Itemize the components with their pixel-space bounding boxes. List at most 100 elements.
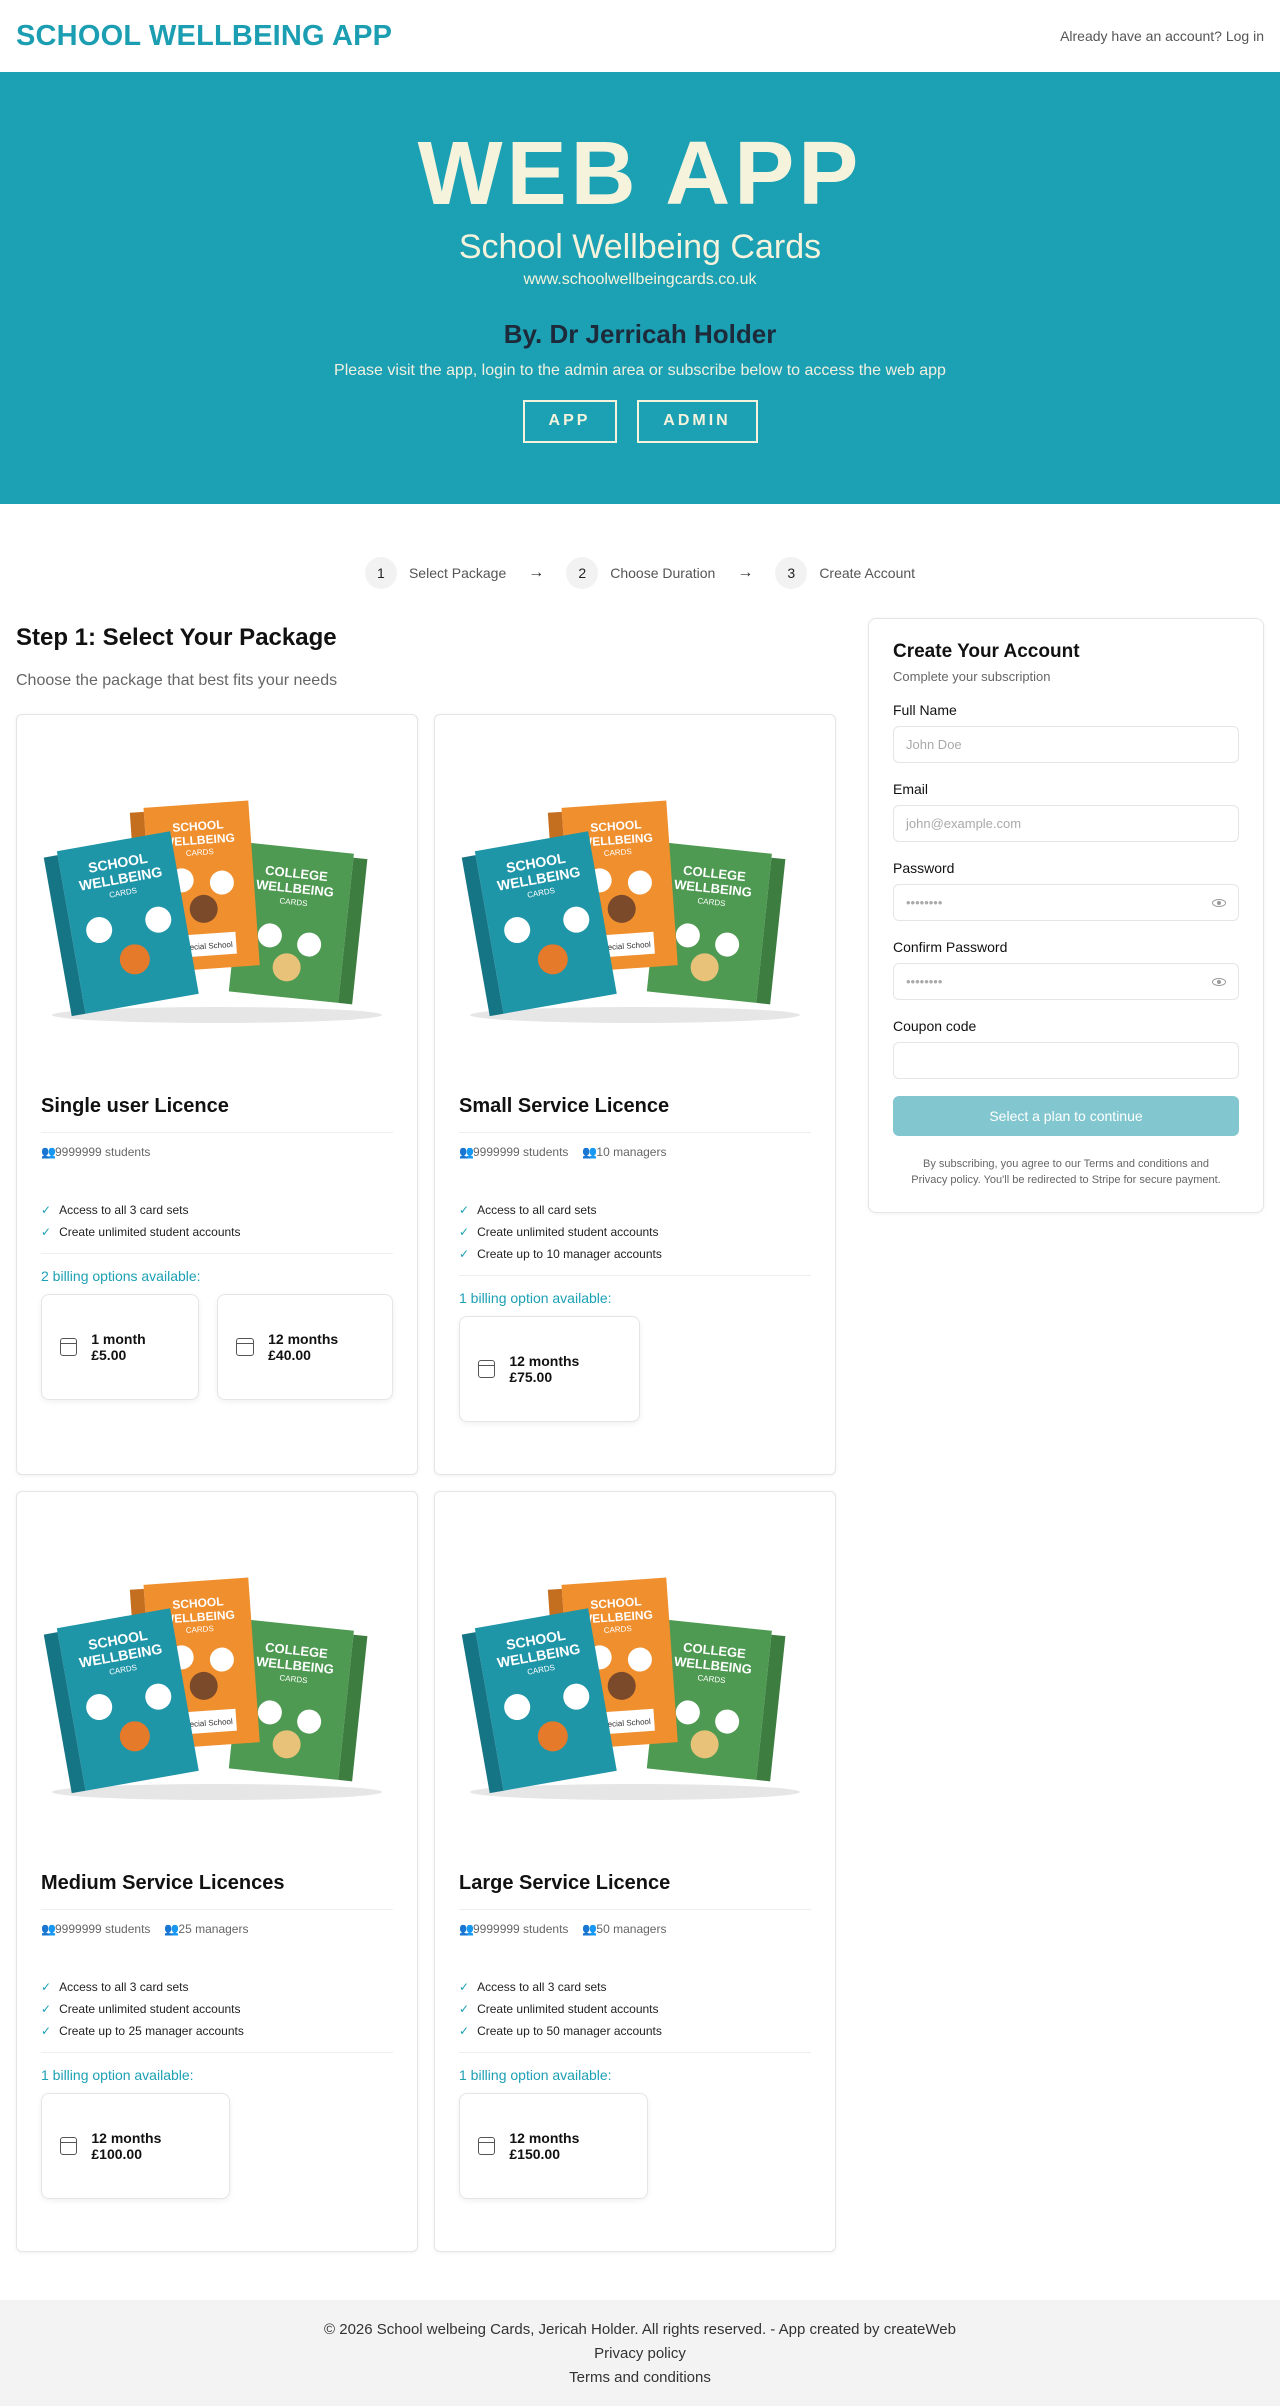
confirm-password-input[interactable]: ••••••••	[893, 963, 1239, 1000]
billing-option[interactable]: 1 month £5.00	[41, 1294, 200, 1400]
card-sets-image: COLLEGE WELLBEING CARDS SCHOOL WELLBEING…	[435, 1492, 835, 1872]
package-card-small[interactable]: COLLEGE WELLBEING CARDS SCHOOL WELLBEING…	[434, 714, 836, 1475]
footer: © 2026 School welbeing Cards, Jericah Ho…	[0, 2300, 1280, 2406]
password-value: ••••••••	[906, 895, 943, 910]
feature-item: ✓ Access to all 3 card sets	[41, 1199, 393, 1221]
feature-text: Access to all card sets	[477, 1203, 597, 1217]
confirm-password-group: Confirm Password ••••••••	[893, 939, 1239, 1000]
create-account-form: Create Your Account Complete your subscr…	[868, 618, 1264, 1213]
billing-option[interactable]: 12 months £100.00	[41, 2093, 230, 2199]
package-card-medium[interactable]: COLLEGE WELLBEING CARDS SCHOOL WELLBEING…	[16, 1491, 418, 2252]
feature-item: ✓ Access to all 3 card sets	[41, 1976, 393, 1998]
hero-banner: WEB APP School Wellbeing Cards www.schoo…	[0, 72, 1280, 504]
step-label: Select Package	[408, 565, 507, 581]
billing-option[interactable]: 12 months £75.00	[459, 1316, 640, 1422]
billing-option-label: 12 months £150.00	[509, 2130, 580, 2162]
users-icon: 👥	[582, 1145, 598, 1159]
billing-option-label: 12 months £75.00	[509, 1353, 580, 1385]
feature-item: ✓ Create up to 50 manager accounts	[459, 2020, 811, 2042]
brand-logo[interactable]: SCHOOL WELLBEING APP	[16, 20, 392, 53]
calendar-icon	[478, 1360, 496, 1378]
billing-option-label: 12 months £100.00	[91, 2130, 162, 2162]
managers-count: 👥25 managers	[164, 1922, 248, 1936]
footer-copyright: © 2026 School welbeing Cards, Jericah Ho…	[324, 2321, 956, 2338]
login-prompt: Already have an account? Log in	[1060, 28, 1264, 44]
app-button[interactable]: APP	[522, 399, 617, 443]
card-sets-image: COLLEGE WELLBEING CARDS SCHOOL WELLBEING…	[17, 715, 417, 1095]
coupon-input[interactable]	[893, 1042, 1239, 1079]
feature-text: Create up to 25 manager accounts	[59, 2024, 244, 2038]
email-input[interactable]: john@example.com	[893, 805, 1239, 842]
package-details: Small Service Licence 👥 9999999 students …	[435, 1095, 835, 1446]
feature-list: ✓ Access to all 3 card sets ✓ Create unlim…	[41, 1976, 393, 2053]
card-boxes-illustration: COLLEGE WELLBEING CARDS SCHOOL WELLBEING…	[461, 1577, 800, 1800]
package-card-single[interactable]: COLLEGE WELLBEING CARDS SCHOOL WELLBEING…	[16, 714, 418, 1475]
submit-button[interactable]: Select a plan to continue	[893, 1096, 1239, 1136]
privacy-policy-link[interactable]: Privacy policy	[0, 2342, 1280, 2366]
users-icon: 👥	[41, 1922, 56, 1936]
feature-text: Create unlimited student accounts	[59, 1225, 241, 1239]
hero-subtitle: School Wellbeing Cards	[458, 227, 822, 266]
step-3: 3 Create Account	[775, 557, 915, 589]
hero-note: Please visit the app, login to the admin…	[334, 361, 946, 379]
billing-options: 12 months £75.00	[459, 1316, 811, 1422]
email-placeholder: john@example.com	[906, 816, 1022, 831]
full-name-input[interactable]: John Doe	[893, 726, 1239, 763]
hero-buttons: APP ADMIN	[522, 399, 758, 443]
hero-author: By. Dr Jerricah Holder	[503, 318, 777, 349]
main-content: Step 1: Select Your Package Choose the p…	[0, 618, 1280, 2252]
billing-title: 1 billing option available:	[459, 1290, 612, 1306]
full-name-label: Full Name	[893, 702, 957, 718]
section-title: Step 1: Select Your Package	[16, 624, 337, 651]
package-title: Medium Service Licences	[41, 1872, 393, 1910]
package-details: Large Service Licence 👥9999999 students …	[435, 1872, 835, 2223]
check-icon: ✓	[459, 1225, 470, 1239]
billing-title: 1 billing option available:	[459, 2067, 612, 2083]
step-number: 2	[566, 557, 599, 589]
login-link[interactable]: Log in	[1226, 28, 1264, 44]
password-label: Password	[893, 860, 955, 876]
eye-icon[interactable]	[1212, 977, 1226, 986]
billing-title: 1 billing option available:	[41, 2067, 194, 2083]
full-name-group: Full Name John Doe	[893, 702, 1239, 763]
package-card-large[interactable]: COLLEGE WELLBEING CARDS SCHOOL WELLBEING…	[434, 1491, 836, 2252]
billing-options: 12 months £150.00	[459, 2093, 811, 2199]
managers-text: 25 managers	[178, 1922, 249, 1936]
check-icon: ✓	[459, 1203, 470, 1217]
managers-text: 50 managers	[596, 1922, 667, 1936]
students-text: 9999999 students	[473, 1922, 569, 1936]
card-boxes-illustration: COLLEGE WELLBEING CARDS SCHOOL WELLBEING…	[461, 800, 800, 1023]
confirm-password-label: Confirm Password	[893, 939, 1008, 955]
feature-text: Create unlimited student accounts	[477, 2002, 659, 2016]
billing-option[interactable]: 12 months £40.00	[217, 1294, 393, 1400]
students-text: 9999999 students	[473, 1145, 569, 1159]
managers-count: 👥10 managers	[582, 1145, 666, 1159]
check-icon: ✓	[41, 1225, 52, 1239]
password-input[interactable]: ••••••••	[893, 884, 1239, 921]
step-label: Create Account	[819, 565, 916, 581]
card-sets-image: COLLEGE WELLBEING CARDS SCHOOL WELLBEING…	[435, 715, 835, 1095]
terms-link[interactable]: Terms and conditions	[0, 2366, 1280, 2390]
feature-text: Access to all 3 card sets	[477, 1980, 607, 1994]
check-icon: ✓	[41, 1980, 52, 1994]
check-icon: ✓	[41, 2002, 52, 2016]
form-title: Create Your Account	[893, 641, 1080, 662]
users-icon: 👥	[582, 1922, 598, 1936]
package-title: Single user Licence	[41, 1095, 393, 1133]
admin-button[interactable]: ADMIN	[636, 399, 758, 443]
package-meta: 👥9999999 students 👥25 managers	[41, 1922, 393, 1936]
email-label: Email	[893, 781, 929, 797]
calendar-icon	[478, 2137, 496, 2155]
calendar-icon	[236, 1338, 255, 1356]
check-icon: ✓	[41, 2024, 52, 2038]
students-text: 9999999 students	[55, 1922, 151, 1936]
billing-options: 12 months £100.00	[41, 2093, 393, 2199]
feature-item: ✓ Access to all card sets	[459, 1199, 811, 1221]
calendar-icon	[60, 2137, 78, 2155]
package-meta: 👥 9999999 students 👥10 managers	[459, 1145, 811, 1159]
package-title: Small Service Licence	[459, 1095, 811, 1133]
billing-option[interactable]: 12 months £150.00	[459, 2093, 648, 2199]
check-icon: ✓	[459, 1980, 470, 1994]
students-count: 👥9999999 students	[41, 1145, 150, 1159]
eye-icon[interactable]	[1212, 898, 1226, 907]
